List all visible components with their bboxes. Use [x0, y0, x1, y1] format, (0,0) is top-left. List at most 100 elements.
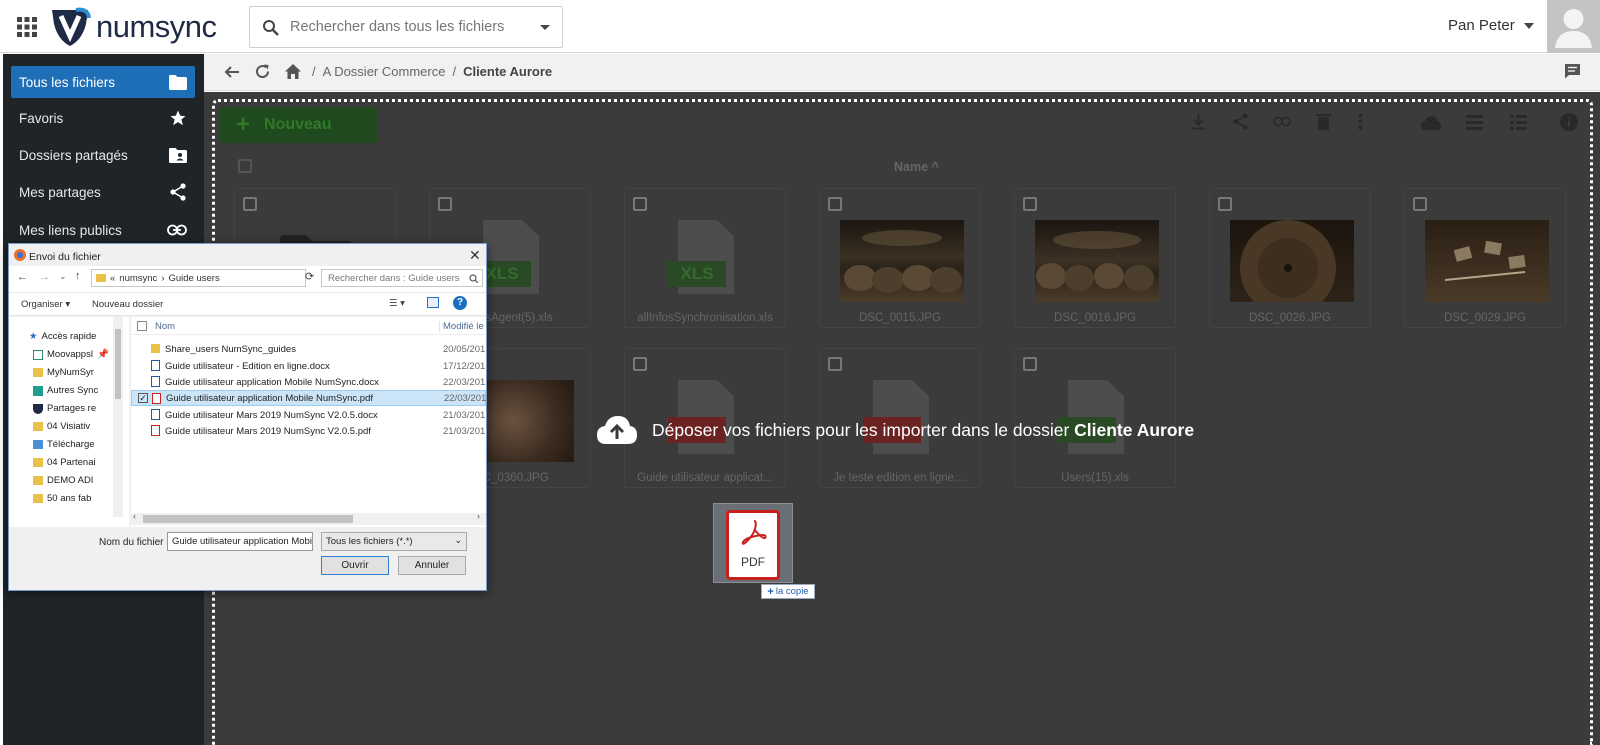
sync-icon	[33, 385, 43, 396]
preview-pane-icon[interactable]	[427, 297, 439, 308]
search-input[interactable]	[290, 7, 530, 47]
folder-icon	[33, 494, 43, 503]
breadcrumb-bar: / A Dossier Commerce / Cliente Aurore	[204, 54, 1600, 91]
drop-target-folder: Cliente Aurore	[1074, 419, 1195, 440]
list-horizontal-scrollbar[interactable]: ‹ ›	[131, 511, 486, 525]
copy-badge: + la copie	[761, 584, 815, 599]
avatar[interactable]	[1547, 0, 1600, 53]
column-modified[interactable]: Modifié le	[439, 321, 485, 332]
cloud-upload-icon	[597, 416, 637, 444]
address-bar[interactable]: « numsync › Guide users	[91, 269, 306, 287]
checked-checkbox[interactable]: ✓	[138, 393, 148, 403]
dialog-search-placeholder: Rechercher dans : Guide users	[328, 272, 460, 284]
tree-item[interactable]: Partages re	[33, 403, 96, 414]
tree-item[interactable]: Télécharge	[33, 439, 95, 450]
view-options-icon[interactable]: ☰ ▾	[389, 298, 405, 309]
top-bar: numsync Pan Peter	[0, 0, 1600, 53]
list-item-date: 17/12/2018	[443, 360, 485, 372]
list-item-name: Guide utilisateur Mars 2019 NumSync V2.0…	[165, 409, 378, 421]
address-segment[interactable]: numsync	[119, 273, 157, 284]
folder-icon	[33, 368, 43, 377]
numsync-logo-icon	[52, 7, 91, 46]
address-segment[interactable]: Guide users	[168, 273, 219, 284]
tree-item-label: Télécharge	[47, 439, 95, 450]
new-folder-button[interactable]: Nouveau dossier	[92, 299, 163, 310]
sidebar-item-favorites[interactable]: Favoris	[11, 102, 195, 134]
drop-message-text: Déposer vos fichiers pour les importer d…	[652, 419, 1070, 440]
folder-icon	[151, 344, 160, 353]
list-item[interactable]: Guide utilisateur Mars 2019 NumSync V2.0…	[131, 423, 486, 439]
plus-icon: +	[767, 585, 774, 598]
cancel-button[interactable]: Annuler	[398, 556, 466, 575]
scroll-left-icon[interactable]: ‹	[133, 511, 136, 521]
app-grid-icon[interactable]	[16, 16, 38, 38]
search-bar[interactable]	[249, 6, 563, 48]
tree-item[interactable]: Moovappsl 📌	[33, 349, 109, 360]
dialog-title: Envoi du fichier	[29, 251, 101, 263]
breadcrumb-item-current: Cliente Aurore	[463, 64, 553, 79]
logo-text: numsync	[96, 9, 217, 44]
star-icon: ★	[29, 331, 38, 342]
column-name[interactable]: Nom	[155, 321, 175, 332]
file-upload-dialog: Envoi du fichier ✕ ← → ⌄ ↑ « numsync › G…	[8, 243, 487, 591]
filename-field[interactable]: Guide utilisateur application Mobile Num…	[167, 532, 313, 551]
copy-badge-label: la copie	[775, 586, 809, 597]
logo[interactable]: numsync	[48, 6, 217, 48]
dialog-footer: Nom du fichier : Guide utilisateur appli…	[9, 527, 486, 591]
sidebar-item-public-links[interactable]: Mes liens publics	[11, 214, 195, 246]
tree-item-label: Moovappsl	[47, 349, 93, 360]
forward-arrow-icon[interactable]: →	[39, 271, 50, 283]
back-arrow-icon[interactable]: ←	[17, 271, 28, 283]
folder-icon	[33, 422, 43, 431]
dialog-search-input[interactable]: Rechercher dans : Guide users	[321, 269, 483, 287]
open-button[interactable]: Ouvrir	[321, 556, 389, 575]
up-arrow-icon[interactable]: ↑	[75, 270, 81, 282]
breadcrumb: / A Dossier Commerce / Cliente Aurore	[312, 64, 553, 79]
filetype-select[interactable]: Tous les fichiers (*.*) ⌄	[321, 532, 467, 551]
close-icon[interactable]: ✕	[469, 247, 481, 264]
filename-value: Guide utilisateur application Mobile Num…	[172, 536, 312, 547]
sidebar-item-my-shares[interactable]: Mes partages	[11, 176, 195, 208]
list-item-name: Share_users NumSync_guides	[165, 343, 296, 355]
folder-icon	[33, 458, 43, 467]
refresh-icon[interactable]	[254, 63, 271, 80]
comment-icon[interactable]	[1564, 63, 1581, 79]
list-item-selected[interactable]: ✓ Guide utilisateur application Mobile N…	[131, 390, 486, 406]
list-item[interactable]: Guide utilisateur Mars 2019 NumSync V2.0…	[131, 407, 486, 423]
tree-scrollbar[interactable]	[113, 317, 123, 517]
list-item[interactable]: Share_users NumSync_guides 20/05/2019	[131, 341, 486, 357]
scroll-right-icon[interactable]: ›	[477, 511, 480, 521]
docx-file-icon	[151, 376, 160, 387]
dragged-file: PDF	[713, 503, 793, 583]
tree-item[interactable]: 04 Visiativ	[33, 421, 90, 432]
sidebar-item-all-files[interactable]: Tous les fichiers	[11, 66, 195, 98]
tree-item-quick-access[interactable]: ★ Accès rapide	[29, 331, 96, 342]
organize-button[interactable]: Organiser ▾	[21, 299, 70, 310]
search-icon	[263, 20, 279, 36]
list-item[interactable]: Guide utilisateur application Mobile Num…	[131, 374, 486, 390]
tree-item[interactable]: DEMO ADI	[33, 475, 93, 486]
help-icon[interactable]: ?	[453, 296, 467, 310]
recent-dropdown-icon[interactable]: ⌄	[59, 271, 67, 282]
tree-item[interactable]: Autres Sync	[33, 385, 98, 396]
select-all-checkbox[interactable]	[137, 321, 147, 331]
list-item-date: 21/03/2019	[443, 425, 485, 437]
tree-item-label: DEMO ADI	[47, 475, 94, 486]
back-arrow-icon[interactable]	[224, 64, 240, 80]
breadcrumb-item-parent[interactable]: A Dossier Commerce	[323, 64, 446, 79]
refresh-icon[interactable]: ⟳	[305, 270, 314, 283]
user-menu-caret-icon[interactable]	[1524, 23, 1534, 29]
drop-message: Déposer vos fichiers pour les importer d…	[596, 415, 1194, 445]
tree-item[interactable]: MyNumSyr	[33, 367, 94, 378]
list-item-date: 22/03/2019	[443, 376, 485, 388]
tree-item[interactable]: 50 ans fab	[33, 493, 91, 504]
sidebar-item-shared-folders[interactable]: Dossiers partagés	[11, 139, 195, 171]
user-name[interactable]: Pan Peter	[1448, 17, 1515, 34]
download-folder-icon	[33, 440, 43, 449]
list-item[interactable]: Guide utilisateur - Edition en ligne.doc…	[131, 358, 486, 374]
list-item-date: 20/05/2019	[443, 343, 485, 355]
search-options-caret-icon[interactable]	[540, 25, 550, 30]
home-icon[interactable]	[284, 63, 302, 80]
tree-item[interactable]: 04 Partenai	[33, 457, 96, 468]
sidebar-item-label: Mes partages	[19, 184, 101, 200]
